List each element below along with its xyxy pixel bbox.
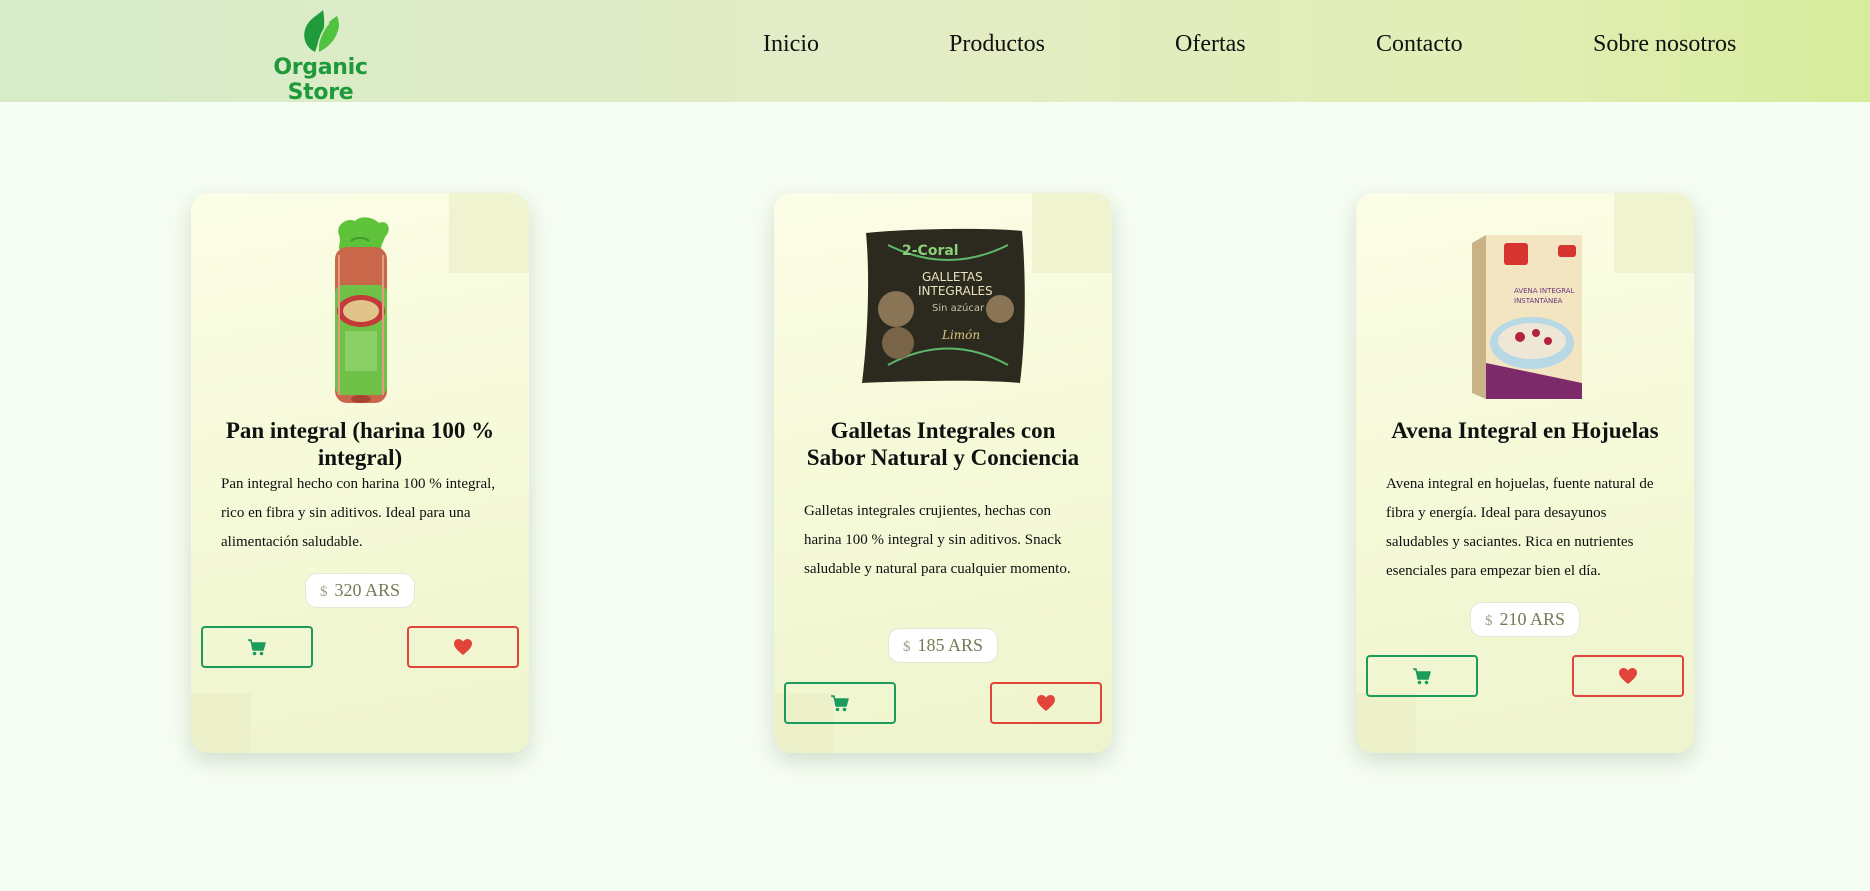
price-value: 185 ARS xyxy=(917,635,984,655)
product-title: Pan integral (harina 100 % integral) xyxy=(225,418,495,470)
heart-icon xyxy=(454,639,472,655)
favorite-button[interactable] xyxy=(1572,655,1684,697)
cookies-image: 2-Coral GALLETAS INTEGRALES Sin azúcar L… xyxy=(862,228,1025,383)
product-title: Avena Integral en Hojuelas xyxy=(1391,418,1659,443)
product-title: Galletas Integrales con Sabor Natural y … xyxy=(806,418,1080,470)
nav-contacto[interactable]: Contacto xyxy=(1376,31,1463,58)
site-header: Organic Store Inicio Productos Ofertas C… xyxy=(0,0,1870,105)
favorite-button[interactable] xyxy=(407,626,519,668)
currency-symbol: $ xyxy=(902,639,911,655)
svg-text:Limón: Limón xyxy=(941,328,980,342)
product-description: Avena integral en hojuelas, fuente natur… xyxy=(1386,476,1654,579)
heart-icon xyxy=(1619,668,1637,684)
favorite-button[interactable] xyxy=(990,682,1102,724)
nav-inicio[interactable]: Inicio xyxy=(763,31,819,58)
bread-image xyxy=(335,217,389,403)
price-value: 210 ARS xyxy=(1499,609,1566,629)
nav-productos[interactable]: Productos xyxy=(949,31,1045,58)
nav-ofertas[interactable]: Ofertas xyxy=(1175,31,1246,58)
oats-box-image: AVENA INTEGRAL INSTANTÁNEA xyxy=(1472,235,1582,399)
nav-sobre-nosotros[interactable]: Sobre nosotros xyxy=(1593,31,1736,58)
heart-icon xyxy=(1037,695,1055,711)
cart-icon xyxy=(248,639,266,656)
price-tag: $210 ARS xyxy=(1469,602,1581,637)
price-tag: $185 ARS xyxy=(887,628,999,663)
add-to-cart-button[interactable] xyxy=(784,682,896,724)
svg-text:GALLETAS: GALLETAS xyxy=(922,270,983,284)
cart-icon xyxy=(1413,668,1431,685)
product-card: Pan integral (harina 100 % integral) Pan… xyxy=(191,193,529,753)
product-card: AVENA INTEGRAL INSTANTÁNEA Avena Integra… xyxy=(1356,193,1694,753)
price-value: 320 ARS xyxy=(334,580,401,600)
product-description: Galletas integrales crujientes, hechas c… xyxy=(804,503,1071,577)
svg-text:Sin azúcar: Sin azúcar xyxy=(932,302,985,314)
product-card: 2-Coral GALLETAS INTEGRALES Sin azúcar L… xyxy=(774,193,1112,753)
leaf-icon xyxy=(304,10,339,53)
currency-symbol: $ xyxy=(1484,613,1493,629)
add-to-cart-button[interactable] xyxy=(1366,655,1478,697)
product-description: Pan integral hecho con harina 100 % inte… xyxy=(221,476,496,550)
svg-text:2-Coral: 2-Coral xyxy=(902,243,959,259)
brand-logo[interactable]: Organic Store xyxy=(238,8,403,105)
brand-name: Organic Store xyxy=(273,55,368,105)
svg-text:INTEGRALES: INTEGRALES xyxy=(918,284,993,298)
cart-icon xyxy=(831,695,849,712)
svg-text:AVENA INTEGRAL: AVENA INTEGRAL xyxy=(1514,287,1575,295)
add-to-cart-button[interactable] xyxy=(201,626,313,668)
currency-symbol: $ xyxy=(319,584,328,600)
price-tag: $320 ARS xyxy=(304,573,416,608)
svg-text:INSTANTÁNEA: INSTANTÁNEA xyxy=(1514,296,1563,305)
